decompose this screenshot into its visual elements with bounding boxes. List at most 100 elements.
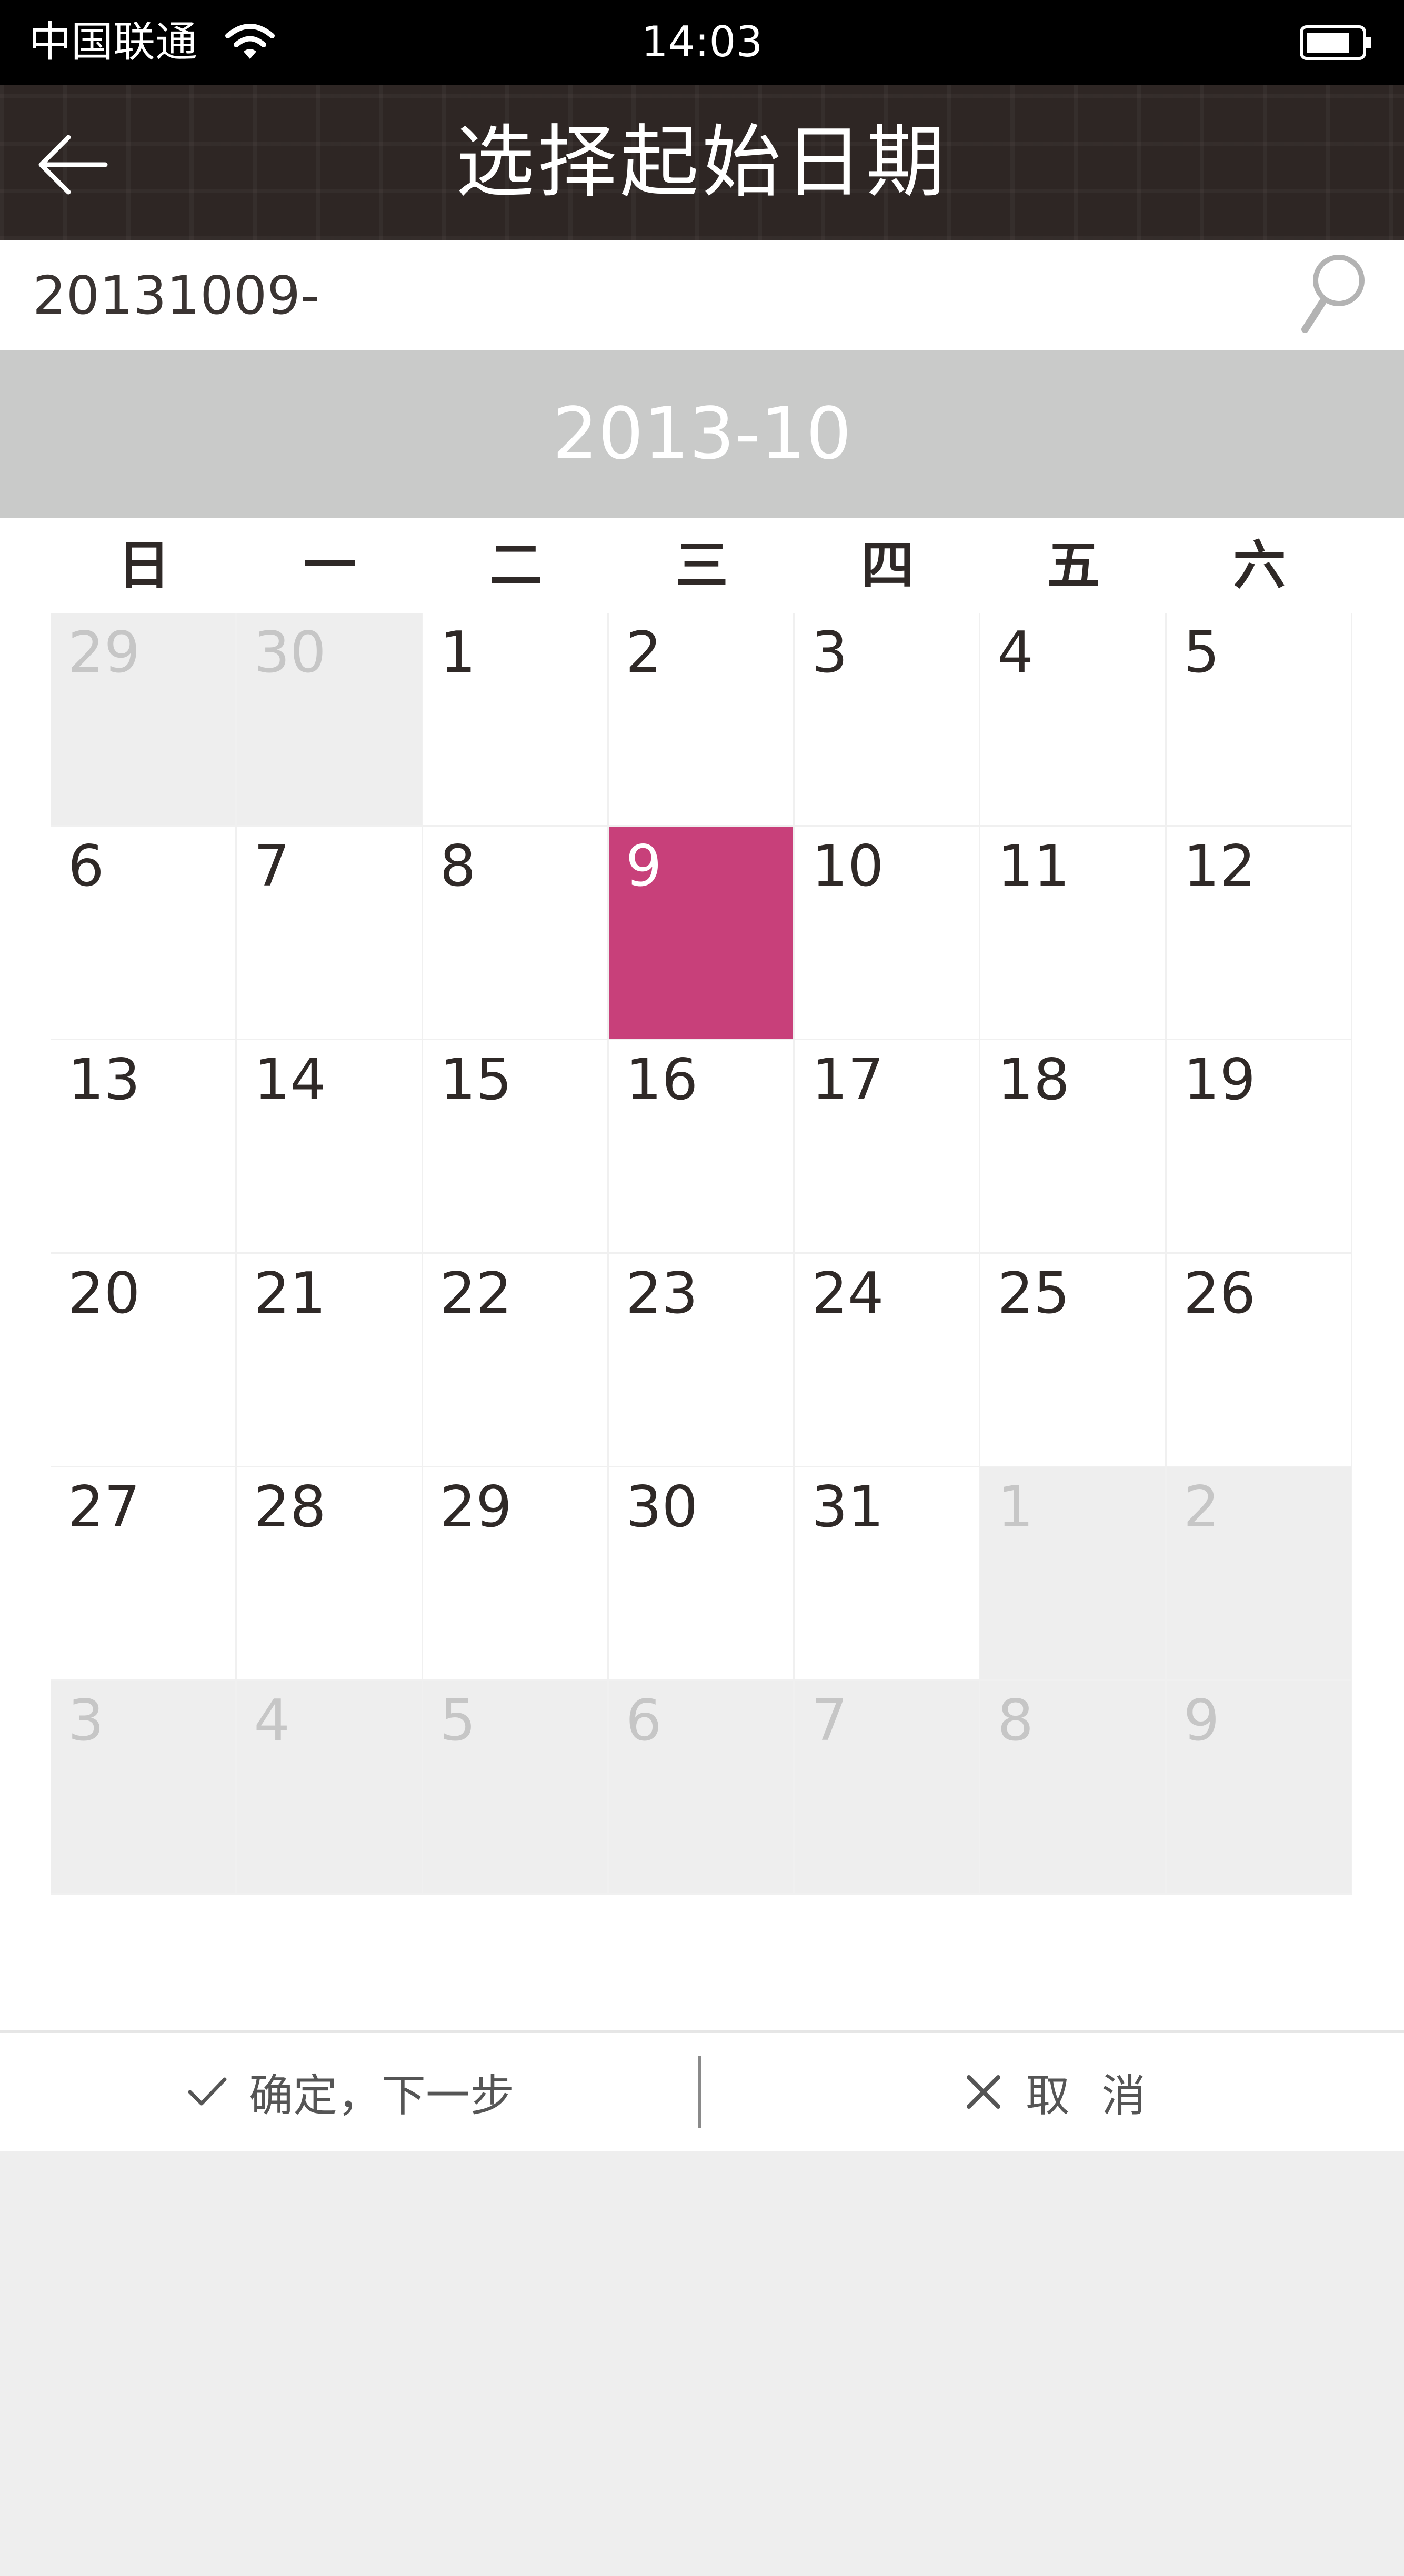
status-bar: 中国联通 14:03 (0, 0, 1404, 85)
day-cell-other-month[interactable]: 4 (237, 1681, 423, 1895)
day-number: 29 (439, 1474, 512, 1540)
day-number: 9 (625, 833, 662, 899)
search-icon[interactable] (1300, 251, 1368, 336)
cancel-label: 取消 (1025, 2069, 1177, 2121)
day-cell[interactable]: 19 (1166, 1040, 1352, 1254)
day-number: 25 (997, 1261, 1070, 1326)
day-cell[interactable]: 5 (1166, 613, 1352, 827)
battery-icon (1300, 25, 1371, 60)
day-number: 29 (68, 620, 141, 686)
search-row (0, 240, 1404, 350)
calendar-grid: 29 30 1 2 3 4 5 6 7 8 9 10 11 12 13 14 15 16 17 18 19 20 21 22 2… (51, 613, 1352, 1895)
day-cell[interactable]: 31 (795, 1467, 981, 1681)
day-cell-other-month[interactable]: 7 (795, 1681, 981, 1895)
day-number: 26 (1183, 1261, 1256, 1326)
day-cell[interactable]: 13 (51, 1040, 237, 1254)
day-number: 27 (68, 1474, 141, 1540)
day-number: 30 (625, 1474, 698, 1540)
day-cell-other-month[interactable]: 5 (423, 1681, 609, 1895)
day-cell-other-month[interactable]: 30 (237, 613, 423, 827)
day-cell[interactable]: 21 (237, 1254, 423, 1467)
date-search-input[interactable] (33, 264, 1243, 327)
day-number: 5 (439, 1688, 476, 1754)
day-cell[interactable]: 3 (795, 613, 981, 827)
day-cell-selected[interactable]: 9 (608, 827, 795, 1040)
day-number: 1 (997, 1474, 1034, 1540)
day-number: 6 (625, 1688, 662, 1754)
day-cell[interactable]: 25 (980, 1254, 1167, 1467)
cancel-button[interactable]: 取消 (704, 2033, 1404, 2151)
day-number: 18 (997, 1047, 1070, 1113)
day-cell-other-month[interactable]: 29 (51, 613, 237, 827)
weekday-label: 日 (117, 535, 171, 596)
action-bar: 确定，下一步 取消 (0, 2030, 1404, 2151)
day-cell[interactable]: 17 (795, 1040, 981, 1254)
day-cell[interactable]: 1 (423, 613, 609, 827)
day-cell[interactable]: 2 (608, 613, 795, 827)
day-number: 16 (625, 1047, 698, 1113)
weekday-label: 五 (1047, 535, 1100, 596)
day-number: 30 (254, 620, 326, 686)
day-cell[interactable]: 27 (51, 1467, 237, 1681)
day-number: 21 (254, 1261, 326, 1326)
month-banner: 2013-10 (0, 350, 1404, 518)
day-number: 7 (254, 833, 290, 899)
confirm-label: 确定，下一步 (248, 2069, 514, 2121)
day-cell[interactable]: 23 (608, 1254, 795, 1467)
day-cell-other-month[interactable]: 3 (51, 1681, 237, 1895)
day-cell[interactable]: 18 (980, 1040, 1167, 1254)
day-cell-other-month[interactable]: 6 (608, 1681, 795, 1895)
day-number: 3 (68, 1688, 104, 1754)
day-cell[interactable]: 6 (51, 827, 237, 1040)
confirm-next-button[interactable]: 确定，下一步 (0, 2033, 700, 2151)
weekday-label: 三 (675, 535, 728, 596)
day-cell[interactable]: 12 (1166, 827, 1352, 1040)
day-cell[interactable]: 30 (608, 1467, 795, 1681)
day-number: 23 (625, 1261, 698, 1326)
day-cell[interactable]: 14 (237, 1040, 423, 1254)
day-number: 6 (68, 833, 104, 899)
day-cell[interactable]: 20 (51, 1254, 237, 1467)
day-number: 11 (997, 833, 1070, 899)
day-number: 7 (811, 1688, 848, 1754)
day-cell[interactable]: 22 (423, 1254, 609, 1467)
day-number: 5 (1183, 620, 1220, 686)
day-cell[interactable]: 11 (980, 827, 1167, 1040)
day-number: 15 (439, 1047, 512, 1113)
day-number: 2 (625, 620, 662, 686)
day-cell[interactable]: 4 (980, 613, 1167, 827)
day-number: 1 (439, 620, 476, 686)
day-number: 8 (439, 833, 476, 899)
day-cell[interactable]: 28 (237, 1467, 423, 1681)
day-number: 8 (997, 1688, 1034, 1754)
day-cell[interactable]: 7 (237, 827, 423, 1040)
day-number: 31 (811, 1474, 884, 1540)
day-number: 4 (997, 620, 1034, 686)
day-cell[interactable]: 10 (795, 827, 981, 1040)
day-cell-other-month[interactable]: 2 (1166, 1467, 1352, 1681)
day-number: 4 (254, 1688, 290, 1754)
day-number: 12 (1183, 833, 1256, 899)
back-arrow-icon[interactable] (32, 123, 116, 207)
day-cell[interactable]: 15 (423, 1040, 609, 1254)
day-number: 9 (1183, 1688, 1220, 1754)
day-cell[interactable]: 16 (608, 1040, 795, 1254)
day-cell-other-month[interactable]: 9 (1166, 1681, 1352, 1895)
day-number: 13 (68, 1047, 141, 1113)
day-number: 17 (811, 1047, 884, 1113)
weekday-label: 六 (1233, 535, 1286, 596)
day-number: 19 (1183, 1047, 1256, 1113)
calendar: 日一二三四五六 29 30 1 2 3 4 5 6 7 8 9 10 11 12 13 14 15 16 17 18 1… (0, 518, 1404, 2034)
day-cell[interactable]: 8 (423, 827, 609, 1040)
weekday-label: 一 (303, 535, 356, 596)
day-number: 3 (811, 620, 848, 686)
weekday-label: 二 (489, 535, 543, 596)
day-cell[interactable]: 29 (423, 1467, 609, 1681)
close-icon (966, 2075, 1000, 2109)
day-cell[interactable]: 24 (795, 1254, 981, 1467)
day-cell-other-month[interactable]: 1 (980, 1467, 1167, 1681)
day-cell-other-month[interactable]: 8 (980, 1681, 1167, 1895)
day-cell[interactable]: 26 (1166, 1254, 1352, 1467)
day-number: 28 (254, 1474, 326, 1540)
check-icon (188, 2077, 227, 2106)
